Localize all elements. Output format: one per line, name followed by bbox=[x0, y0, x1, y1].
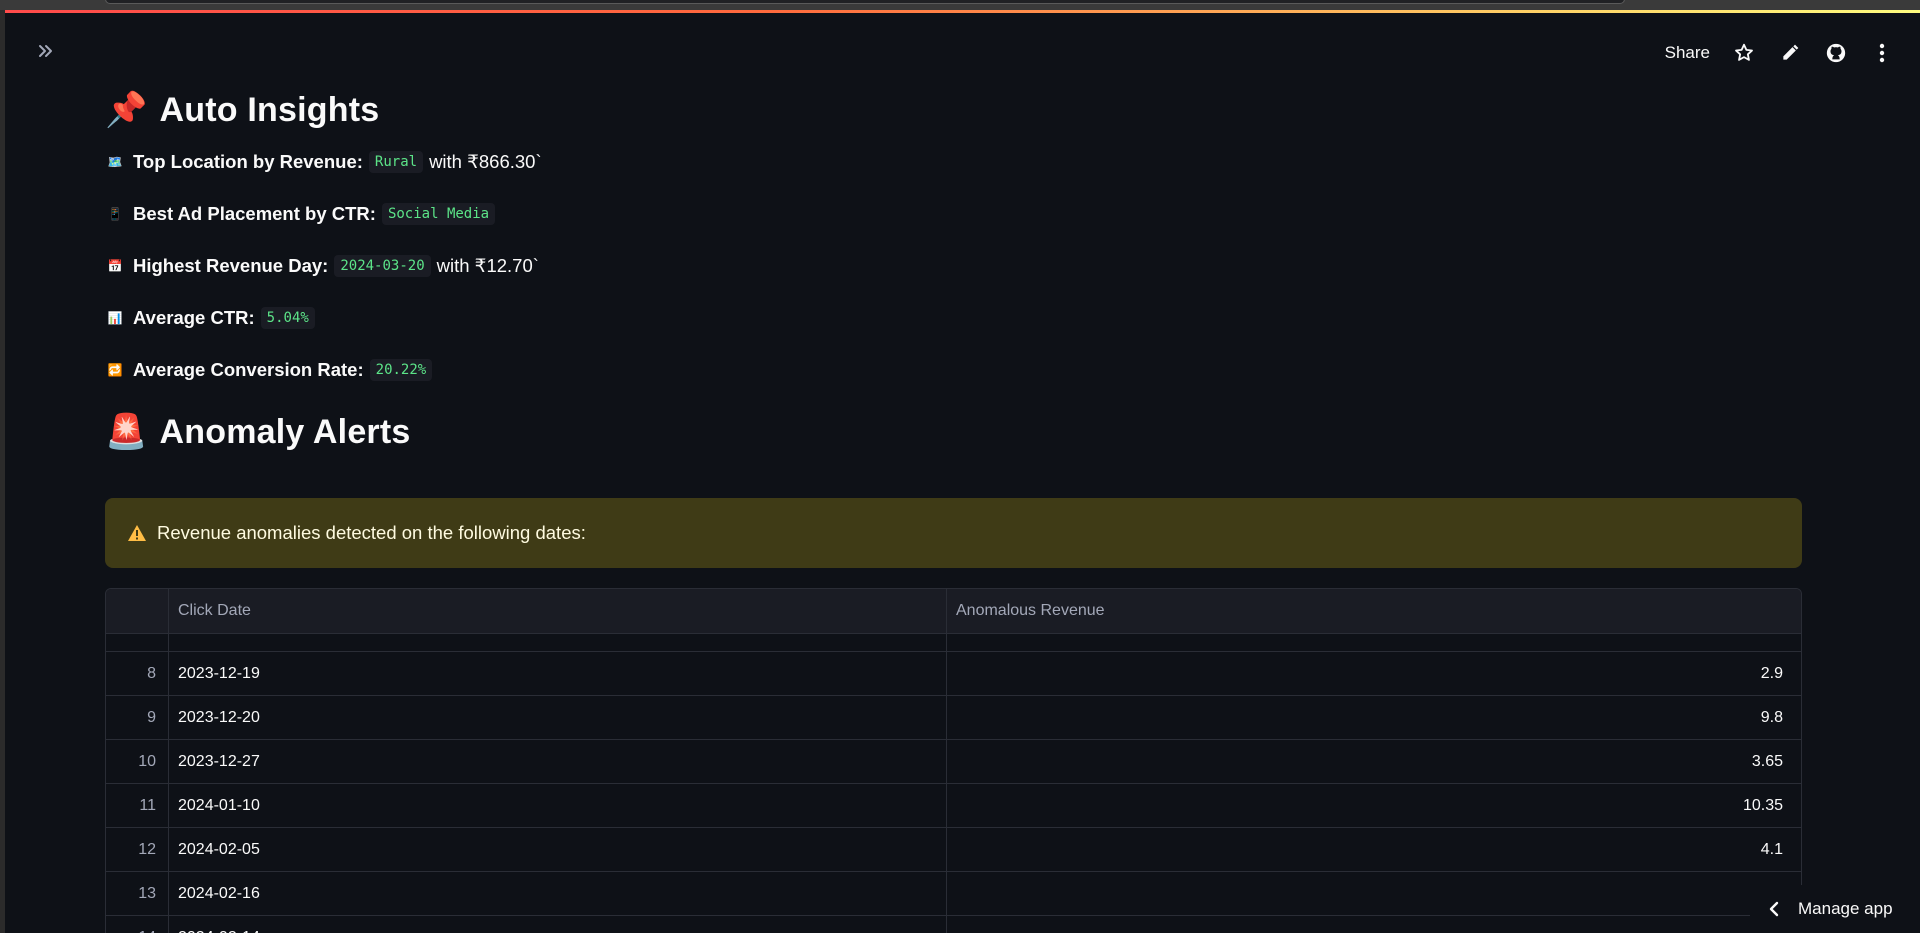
row-index: 10 bbox=[106, 740, 169, 783]
insight-label: Average Conversion Rate: bbox=[133, 359, 364, 380]
double-chevron-right-icon bbox=[39, 45, 52, 57]
cell-click-date: 2024-01-10 bbox=[169, 784, 947, 827]
pencil-icon[interactable] bbox=[1778, 41, 1802, 65]
share-button[interactable]: Share bbox=[1665, 43, 1710, 63]
cell-anomalous-revenue bbox=[947, 634, 1797, 651]
anomaly-alerts-title: Anomaly Alerts bbox=[159, 412, 411, 451]
star-icon[interactable] bbox=[1732, 41, 1756, 65]
row-index: 14 bbox=[106, 916, 169, 933]
bar-chart-icon: 📊 bbox=[107, 311, 123, 325]
insight-average-ctr: 📊 Average CTR: 5.04% bbox=[105, 304, 1805, 332]
table-body: 8 2023-12-19 2.9 9 2023-12-20 9.8 10 202… bbox=[106, 634, 1801, 933]
anomaly-alerts-heading: 🚨 Anomaly Alerts bbox=[105, 412, 1805, 452]
more-vertical-icon[interactable] bbox=[1870, 41, 1894, 65]
mobile-phone-icon: 📱 bbox=[107, 207, 123, 221]
manage-app-button[interactable]: Manage app bbox=[1750, 885, 1920, 933]
insight-label: Top Location by Revenue: bbox=[133, 151, 363, 172]
insight-top-location: 🗺️ Top Location by Revenue: Rural with ₹… bbox=[105, 148, 1805, 176]
column-header-click-date[interactable]: Click Date bbox=[169, 589, 947, 633]
row-index: 11 bbox=[106, 784, 169, 827]
column-header-anomalous-revenue[interactable]: Anomalous Revenue bbox=[947, 589, 1797, 633]
siren-icon: 🚨 bbox=[105, 413, 148, 451]
cell-click-date: 2023-12-19 bbox=[169, 652, 947, 695]
browser-chrome bbox=[0, 0, 1920, 10]
warning-icon bbox=[128, 525, 146, 541]
repeat-icon: 🔁 bbox=[107, 363, 123, 377]
row-index: 8 bbox=[106, 652, 169, 695]
table-row[interactable]: 8 2023-12-19 2.9 bbox=[106, 652, 1801, 696]
cell-click-date: 2023-12-20 bbox=[169, 696, 947, 739]
insight-label: Best Ad Placement by CTR: bbox=[133, 203, 376, 224]
decoration-bar bbox=[5, 10, 1920, 13]
index-column-header bbox=[106, 589, 169, 633]
cell-click-date: 2024-02-05 bbox=[169, 828, 947, 871]
row-index bbox=[106, 634, 169, 651]
cell-anomalous-revenue bbox=[947, 872, 1797, 915]
calendar-icon: 📅 bbox=[107, 259, 123, 273]
insights-list: 🗺️ Top Location by Revenue: Rural with ₹… bbox=[105, 148, 1805, 384]
cell-anomalous-revenue: 10.35 bbox=[1742, 796, 1783, 814]
app-toolbar: Share bbox=[1665, 36, 1894, 70]
cell-anomalous-revenue: 9.8 bbox=[1760, 708, 1783, 726]
cell-anomalous-revenue: 4.1 bbox=[1760, 840, 1783, 858]
insight-highest-day: 📅 Highest Revenue Day: 2024-03-20 with ₹… bbox=[105, 252, 1805, 280]
table-row[interactable]: 9 2023-12-20 9.8 bbox=[106, 696, 1801, 740]
insight-label: Average CTR: bbox=[133, 307, 255, 328]
table-row[interactable]: 10 2023-12-27 3.65 bbox=[106, 740, 1801, 784]
browser-urlbar[interactable] bbox=[105, 0, 1625, 4]
insight-value: 5.04% bbox=[260, 307, 315, 329]
insight-value: Rural bbox=[368, 151, 424, 173]
chevron-left-icon bbox=[1769, 901, 1779, 917]
insight-value: Social Media bbox=[381, 203, 496, 225]
insight-suffix: with ₹12.70` bbox=[436, 255, 539, 276]
cell-click-date: 2023-12-27 bbox=[169, 740, 947, 783]
cell-click-date bbox=[169, 634, 947, 651]
github-icon[interactable] bbox=[1824, 41, 1848, 65]
table-header: Click Date Anomalous Revenue bbox=[106, 589, 1801, 634]
cell-click-date: 2024-02-14 bbox=[169, 916, 947, 933]
expand-sidebar-button[interactable] bbox=[31, 36, 61, 66]
cell-anomalous-revenue: 3.65 bbox=[1751, 752, 1783, 770]
table-row[interactable]: 14 2024-02-14 bbox=[106, 916, 1801, 933]
insight-best-placement: 📱 Best Ad Placement by CTR: Social Media bbox=[105, 200, 1805, 228]
insight-suffix: with ₹866.30` bbox=[429, 151, 542, 172]
table-row[interactable] bbox=[106, 634, 1801, 652]
anomalies-dataframe[interactable]: Click Date Anomalous Revenue 8 2023-12-1… bbox=[105, 588, 1802, 933]
table-row[interactable]: 12 2024-02-05 4.1 bbox=[106, 828, 1801, 872]
warning-text: Revenue anomalies detected on the follow… bbox=[157, 522, 586, 543]
warning-alert: Revenue anomalies detected on the follow… bbox=[105, 498, 1802, 568]
cell-anomalous-revenue: 2.9 bbox=[1760, 664, 1783, 682]
insight-label: Highest Revenue Day: bbox=[133, 255, 329, 276]
pushpin-icon: 📌 bbox=[105, 91, 148, 129]
insight-value: 2024-03-20 bbox=[334, 255, 431, 277]
auto-insights-title: Auto Insights bbox=[159, 90, 380, 129]
row-index: 9 bbox=[106, 696, 169, 739]
table-row[interactable]: 13 2024-02-16 bbox=[106, 872, 1801, 916]
cell-anomalous-revenue bbox=[947, 916, 1797, 933]
auto-insights-heading: 📌 Auto Insights bbox=[105, 90, 1805, 130]
main-content: 📌 Auto Insights 🗺️ Top Location by Reven… bbox=[105, 90, 1805, 452]
manage-app-label: Manage app bbox=[1798, 899, 1893, 918]
row-index: 12 bbox=[106, 828, 169, 871]
row-index: 13 bbox=[106, 872, 169, 915]
map-icon: 🗺️ bbox=[107, 155, 123, 169]
insight-value: 20.22% bbox=[369, 359, 433, 381]
table-row[interactable]: 11 2024-01-10 10.35 bbox=[106, 784, 1801, 828]
insight-average-conversion: 🔁 Average Conversion Rate: 20.22% bbox=[105, 356, 1805, 384]
streamlit-app: Share 📌 Auto Insights 🗺️ Top Location by… bbox=[5, 10, 1920, 933]
cell-click-date: 2024-02-16 bbox=[169, 872, 947, 915]
